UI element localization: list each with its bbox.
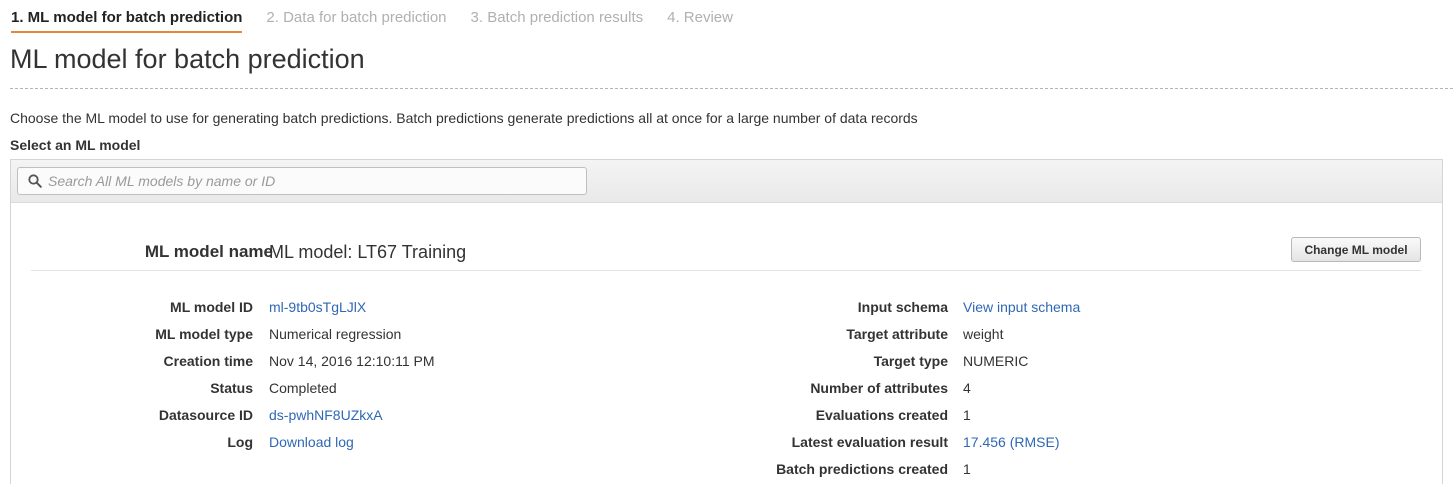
detail-value: 1 xyxy=(963,461,971,477)
latest-evaluation-link[interactable]: 17.456 (RMSE) xyxy=(963,434,1059,450)
datasource-id-link[interactable]: ds-pwhNF8UZkxA xyxy=(269,407,383,423)
detail-row-number-of-attributes: Number of attributes 4 xyxy=(711,380,1442,407)
step-ml-model[interactable]: 1. ML model for batch prediction xyxy=(11,0,243,33)
detail-label: ML model ID xyxy=(170,299,253,315)
download-log-link[interactable]: Download log xyxy=(269,434,354,450)
detail-label: Creation time xyxy=(163,353,253,369)
detail-row-model-id: ML model ID ml-9tb0sTgLJlX xyxy=(11,299,711,326)
search-input[interactable] xyxy=(48,173,568,189)
title-divider xyxy=(10,88,1453,89)
detail-label: Batch predictions created xyxy=(776,461,948,477)
page-description: Choose the ML model to use for generatin… xyxy=(10,110,918,126)
model-id-link[interactable]: ml-9tb0sTgLJlX xyxy=(269,299,366,315)
detail-value: 4 xyxy=(963,380,971,396)
detail-row-status: Status Completed xyxy=(11,380,711,407)
detail-row-target-type: Target type NUMERIC xyxy=(711,353,1442,380)
detail-value: 1 xyxy=(963,407,971,423)
detail-label: Target type xyxy=(873,353,948,369)
detail-label: Target attribute xyxy=(846,326,948,342)
detail-value: Nov 14, 2016 12:10:11 PM xyxy=(269,353,435,369)
step-review[interactable]: 4. Review xyxy=(667,0,733,31)
step-results[interactable]: 3. Batch prediction results xyxy=(471,0,644,31)
detail-label: Evaluations created xyxy=(815,407,948,423)
detail-row-input-schema: Input schema View input schema xyxy=(711,299,1442,326)
model-details-left: ML model ID ml-9tb0sTgLJlX ML model type… xyxy=(11,299,711,461)
detail-row-latest-evaluation: Latest evaluation result 17.456 (RMSE) xyxy=(711,434,1442,461)
step-data[interactable]: 2. Data for batch prediction xyxy=(266,0,446,31)
model-name-label: ML model name xyxy=(144,242,273,261)
detail-row-model-type: ML model type Numerical regression xyxy=(11,326,711,353)
detail-row-target-attribute: Target attribute weight xyxy=(711,326,1442,353)
detail-row-evaluations-created: Evaluations created 1 xyxy=(711,407,1442,434)
detail-label: Latest evaluation result xyxy=(791,434,948,450)
detail-label: Status xyxy=(210,380,253,396)
model-name-value: ML model: LT67 Training xyxy=(269,242,467,262)
model-name-row: ML model name ML model: LT67 Training Ch… xyxy=(31,230,1421,271)
model-selection-panel: ML model name ML model: LT67 Training Ch… xyxy=(10,159,1443,484)
select-model-label: Select an ML model xyxy=(10,137,141,153)
detail-label: Datasource ID xyxy=(158,407,253,423)
detail-value: weight xyxy=(963,326,1004,342)
change-model-button[interactable]: Change ML model xyxy=(1291,237,1421,262)
detail-value: Numerical regression xyxy=(269,326,402,342)
model-details-right: Input schema View input schema Target at… xyxy=(711,299,1442,484)
detail-label: Input schema xyxy=(857,299,948,315)
panel-header xyxy=(11,160,1442,203)
status-value: Completed xyxy=(269,380,337,396)
detail-label: ML model type xyxy=(155,326,253,342)
detail-value: NUMERIC xyxy=(963,353,1029,369)
search-icon xyxy=(22,168,48,194)
detail-label: Log xyxy=(227,434,253,450)
detail-row-datasource-id: Datasource ID ds-pwhNF8UZkxA xyxy=(11,407,711,434)
detail-row-creation-time: Creation time Nov 14, 2016 12:10:11 PM xyxy=(11,353,711,380)
batch-prediction-wizard: 1. ML model for batch prediction 2. Data… xyxy=(0,0,1455,484)
wizard-steps: 1. ML model for batch prediction 2. Data… xyxy=(0,0,757,34)
detail-row-batch-predictions: Batch predictions created 1 xyxy=(711,461,1442,484)
page-title: ML model for batch prediction xyxy=(10,44,365,74)
detail-label: Number of attributes xyxy=(810,380,948,396)
search-box[interactable] xyxy=(17,167,587,195)
view-input-schema-link[interactable]: View input schema xyxy=(963,299,1080,315)
detail-row-log: Log Download log xyxy=(11,434,711,461)
